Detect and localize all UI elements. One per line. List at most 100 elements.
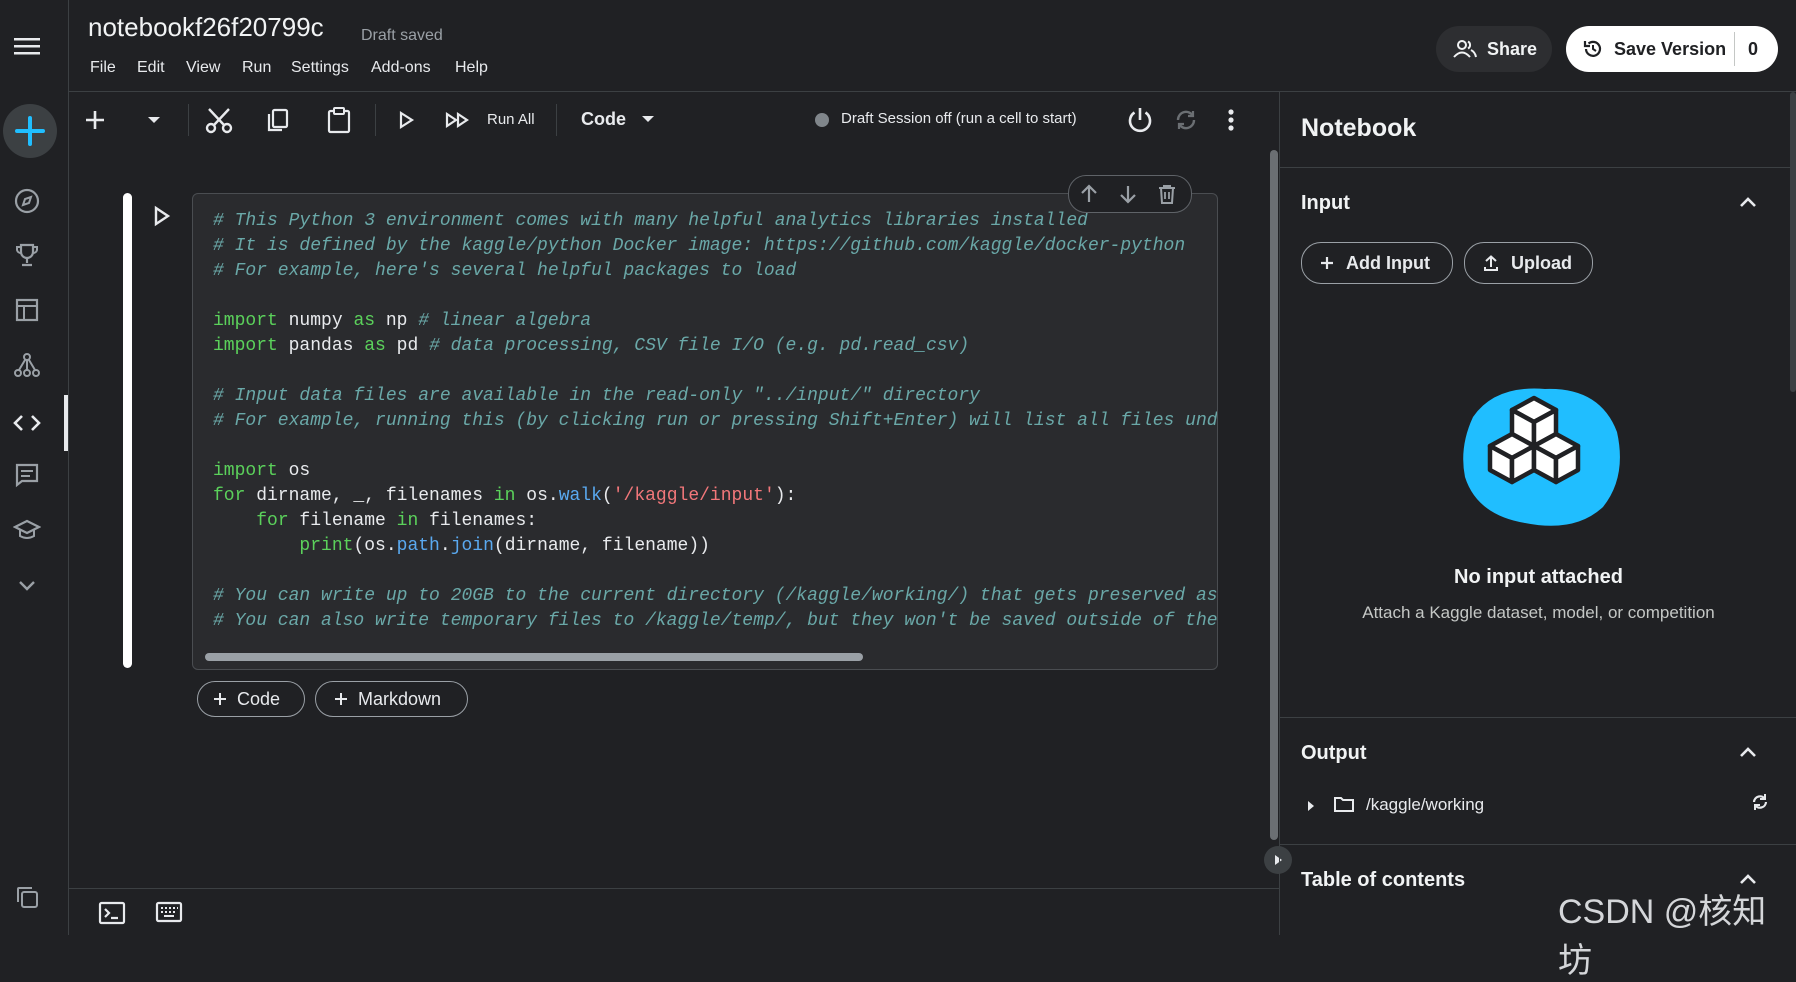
- menu-edit[interactable]: Edit: [137, 59, 165, 77]
- code-nav-item[interactable]: [0, 395, 68, 451]
- code-token: os: [277, 461, 311, 481]
- cell-type-select[interactable]: Code: [581, 109, 626, 130]
- session-status-dot: [815, 113, 829, 127]
- horizontal-scrollbar[interactable]: [205, 653, 863, 661]
- menu-icon[interactable]: [12, 31, 42, 61]
- save-status: Draft saved: [361, 27, 443, 44]
- code-token: in: [493, 486, 516, 506]
- collapse-output-icon[interactable]: [1739, 746, 1757, 758]
- add-code-label: Code: [237, 688, 281, 709]
- watermark: CSDN @核知坊: [1558, 893, 1767, 980]
- panel-divider: [1280, 717, 1796, 718]
- empty-input-description: Attach a Kaggle dataset, model, or compe…: [1362, 603, 1715, 622]
- menu-view[interactable]: View: [186, 59, 220, 77]
- copy-cell-icon[interactable]: [262, 104, 294, 136]
- add-cell-icon[interactable]: [79, 104, 111, 136]
- code-line: # Input data files are available in the …: [213, 384, 1217, 409]
- run-cell-button[interactable]: [152, 205, 172, 227]
- compass-icon[interactable]: [12, 186, 42, 216]
- code-line: import pandas as pd # data processing, C…: [213, 334, 1217, 359]
- empty-input-title: No input attached: [1454, 566, 1623, 588]
- editor-scrollbar[interactable]: [1270, 150, 1278, 840]
- upload-label: Upload: [1511, 252, 1572, 273]
- menu-settings[interactable]: Settings: [291, 59, 349, 77]
- more-vert-icon[interactable]: [1215, 104, 1247, 136]
- code-token: print: [299, 536, 354, 556]
- paste-icon[interactable]: [323, 104, 355, 136]
- menu-add-ons[interactable]: Add-ons: [371, 59, 431, 77]
- expand-folder-icon[interactable]: [1306, 800, 1316, 812]
- create-button[interactable]: [3, 104, 57, 158]
- code-token: filename: [288, 511, 397, 531]
- input-heading[interactable]: Input: [1301, 192, 1350, 215]
- code-icon: [12, 408, 42, 438]
- console-icon[interactable]: [98, 901, 126, 925]
- code-line: import numpy as np # linear algebra: [213, 309, 1217, 334]
- code-token: # This Python 3 environment comes with m…: [213, 211, 1088, 231]
- add-cell-dropdown-icon[interactable]: [138, 104, 170, 136]
- code-token: # You can write up to 20GB to the curren…: [213, 586, 1218, 606]
- collapse-input-icon[interactable]: [1739, 196, 1757, 208]
- delete-cell-icon[interactable]: [1156, 183, 1178, 205]
- cell-type-dropdown-icon[interactable]: [641, 114, 655, 124]
- code-token: os.: [515, 486, 559, 506]
- cut-icon[interactable]: [203, 104, 235, 136]
- share-button[interactable]: Share: [1436, 26, 1552, 72]
- menu-file[interactable]: File: [90, 59, 116, 77]
- learn-icon[interactable]: [12, 515, 42, 545]
- active-indicator: [64, 395, 68, 451]
- code-token: # Input data files are available in the …: [213, 386, 980, 406]
- plus-icon: [334, 692, 348, 706]
- empty-input-illustration: [1455, 377, 1625, 527]
- code-token: .: [439, 536, 451, 556]
- folder-icon: [1333, 795, 1355, 813]
- code-token: numpy: [277, 311, 354, 331]
- table-icon[interactable]: [12, 295, 42, 325]
- code-token: # data processing, CSV file I/O (e.g. pd…: [429, 336, 970, 356]
- notebook-title[interactable]: notebookf26f20799c: [88, 12, 324, 43]
- trophy-icon[interactable]: [12, 240, 42, 270]
- copy-icon[interactable]: [12, 882, 42, 912]
- move-up-icon[interactable]: [1078, 183, 1100, 205]
- code-token: join: [450, 536, 494, 556]
- power-icon[interactable]: [1124, 104, 1156, 136]
- run-all-label[interactable]: Run All: [487, 111, 535, 128]
- models-icon[interactable]: [12, 350, 42, 380]
- move-down-icon[interactable]: [1117, 183, 1139, 205]
- discussion-icon[interactable]: [12, 460, 42, 490]
- run-cell-icon[interactable]: [390, 104, 422, 136]
- code-editor[interactable]: # This Python 3 environment comes with m…: [213, 209, 1218, 634]
- refresh-output-icon[interactable]: [1750, 792, 1770, 812]
- toc-heading[interactable]: Table of contents: [1301, 869, 1465, 892]
- code-token: filenames:: [418, 511, 538, 531]
- restart-icon[interactable]: [1170, 104, 1202, 136]
- code-token: # You can also write temporary files to …: [213, 611, 1218, 631]
- add-markdown-cell-button[interactable]: Markdown: [315, 681, 468, 717]
- code-token: import: [213, 461, 278, 481]
- menu-run[interactable]: Run: [242, 59, 271, 77]
- menu-help[interactable]: Help: [455, 59, 488, 77]
- run-all-icon[interactable]: [443, 104, 473, 136]
- save-version-button[interactable]: Save Version 0: [1566, 26, 1778, 72]
- keyboard-icon[interactable]: [155, 901, 183, 923]
- add-input-button[interactable]: Add Input: [1301, 242, 1453, 284]
- code-cell[interactable]: # This Python 3 environment comes with m…: [192, 193, 1218, 670]
- output-heading[interactable]: Output: [1301, 742, 1367, 765]
- panel-scrollbar[interactable]: [1790, 92, 1796, 392]
- more-chevron-icon[interactable]: [12, 570, 42, 600]
- save-version-label: Save Version: [1614, 38, 1727, 59]
- notebook-header: notebookf26f20799c Draft saved File Edit…: [69, 0, 1796, 92]
- add-code-cell-button[interactable]: Code: [197, 681, 305, 717]
- toolbar-divider: [556, 104, 557, 136]
- code-token: dirname, _, filenames: [245, 486, 494, 506]
- output-folder-path[interactable]: /kaggle/working: [1366, 795, 1484, 815]
- code-token: (dirname, filename)): [493, 536, 710, 556]
- code-token: # linear algebra: [418, 311, 592, 331]
- panel-divider: [1280, 844, 1796, 845]
- upload-button[interactable]: Upload: [1464, 242, 1593, 284]
- code-token: # For example, running this (by clicking…: [213, 411, 1218, 431]
- toolbar-divider: [375, 104, 376, 136]
